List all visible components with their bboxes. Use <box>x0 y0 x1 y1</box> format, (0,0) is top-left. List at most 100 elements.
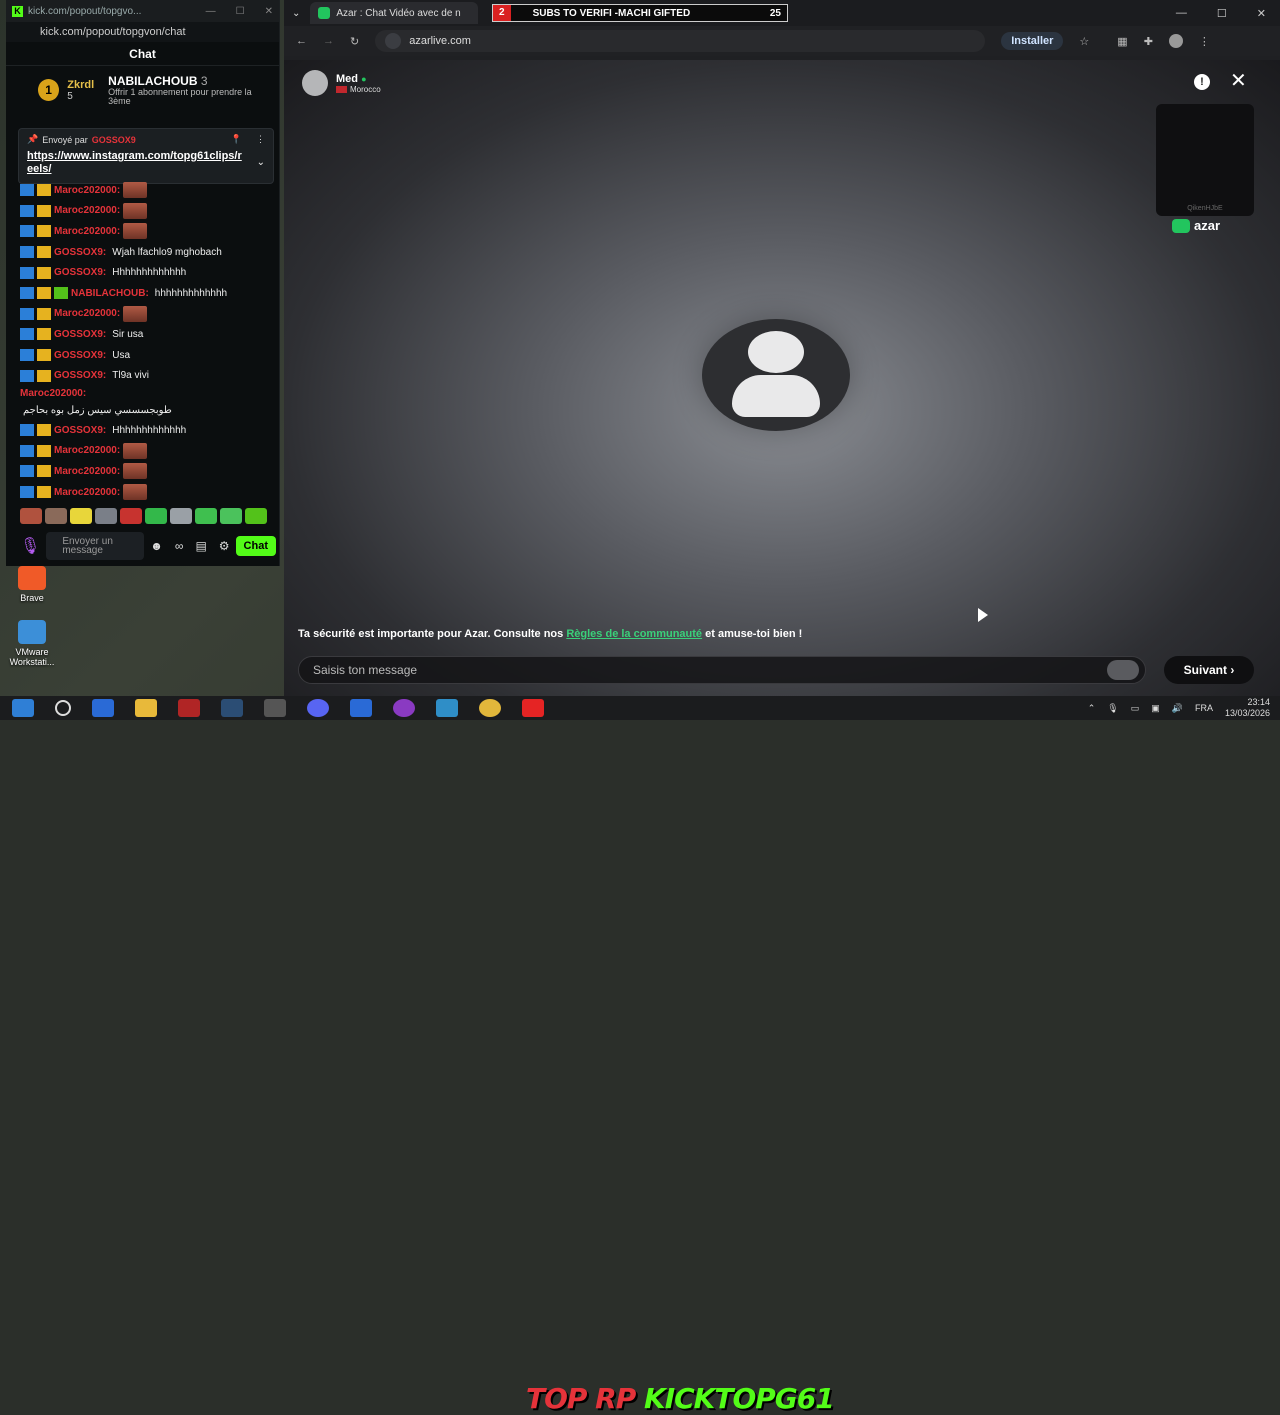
chat-username[interactable]: GOSSOX9: <box>54 370 106 381</box>
chat-username[interactable]: Maroc202000: <box>54 185 120 196</box>
emote-icon[interactable] <box>20 508 42 524</box>
language-indicator[interactable]: FRA <box>1195 703 1213 713</box>
emote-icon[interactable] <box>245 508 267 524</box>
chat-message: GOSSOX9: Usa <box>20 345 276 366</box>
desktop-icon-vmware[interactable]: VMware Workstati... <box>0 620 64 667</box>
address-bar[interactable]: azarlive.com <box>375 30 986 52</box>
chat-username[interactable]: Maroc202000: <box>54 466 120 477</box>
bookmark-star-icon[interactable]: ☆ <box>1079 35 1089 48</box>
microphone-icon[interactable]: 🎙 <box>1107 703 1118 714</box>
minimize-button[interactable]: — <box>1176 7 1187 20</box>
app-icon[interactable] <box>264 699 286 717</box>
chevron-down-icon[interactable]: ⌄ <box>257 157 265 168</box>
battery-icon[interactable]: ▭ <box>1131 703 1140 714</box>
emote-icon[interactable]: ☻ <box>150 539 163 553</box>
discord-icon[interactable] <box>307 699 329 717</box>
chat-message: GOSSOX9: Sir usa <box>20 324 276 345</box>
chat-username[interactable]: Maroc202000: <box>54 226 120 237</box>
community-rules-link[interactable]: Règles de la communauté <box>566 628 702 640</box>
leader-second-name[interactable]: NABILACHOUB <box>108 74 197 88</box>
install-app-button[interactable]: Installer <box>1001 32 1064 50</box>
search-icon[interactable] <box>55 700 71 716</box>
kick-logo-icon: K <box>12 5 23 17</box>
clock-date: 13/03/2026 <box>1224 708 1270 718</box>
chat-username[interactable]: Maroc202000: <box>20 388 86 399</box>
close-button[interactable]: ✕ <box>265 6 273 17</box>
crown-badge-icon <box>37 246 51 259</box>
chat-username[interactable]: GOSSOX9: <box>54 425 106 436</box>
emote-icon[interactable] <box>195 508 217 524</box>
pinned-sent-by-user[interactable]: GOSSOX9 <box>92 135 136 145</box>
self-camera-preview: QikenHJbE <box>1156 104 1254 216</box>
store-icon[interactable]: ▤ <box>195 539 206 553</box>
overlay-text: SUBS TO VERIFI -MACHI GIFTED <box>532 7 691 19</box>
back-icon[interactable]: ← <box>296 35 307 47</box>
leader-first-name[interactable]: Zkrdl <box>67 79 94 91</box>
extensions-icon[interactable]: ▦ <box>1117 35 1127 48</box>
unpin-icon[interactable]: 📍 <box>231 134 242 145</box>
maximize-button[interactable]: ☐ <box>1217 7 1227 20</box>
tab-search-icon[interactable]: ⌄ <box>292 8 300 19</box>
minimize-button[interactable]: — <box>206 6 216 17</box>
report-shield-icon[interactable]: ! <box>1194 74 1210 90</box>
voicemeeter-icon[interactable] <box>178 699 200 717</box>
file-explorer-icon[interactable] <box>135 699 157 717</box>
close-button[interactable]: ✕ <box>1257 7 1266 20</box>
chat-username[interactable]: Maroc202000: <box>54 205 120 216</box>
chat-username[interactable]: NABILACHOUB: <box>71 288 149 299</box>
steam-icon[interactable] <box>221 699 243 717</box>
youtube-icon[interactable] <box>522 699 544 717</box>
send-icon[interactable] <box>1107 660 1139 680</box>
chat-username[interactable]: GOSSOX9: <box>54 329 106 340</box>
azar-video-area: Med ● Morocco ! ✕ QikenHJbE azar Ta sécu… <box>284 60 1280 696</box>
site-info-icon[interactable] <box>385 33 402 49</box>
volume-icon[interactable]: 🔊 <box>1172 703 1183 714</box>
browser-window: ⌄ Azar : Chat Vidéo avec de n 2 SUBS TO … <box>284 0 1280 696</box>
next-button[interactable]: Suivant › <box>1164 656 1254 684</box>
profile-avatar[interactable] <box>1168 34 1183 48</box>
desktop-icon-brave[interactable]: Brave <box>0 566 64 603</box>
virtualbox-icon[interactable] <box>436 699 458 717</box>
chrome-icon[interactable] <box>479 699 501 717</box>
app-icon[interactable] <box>350 699 372 717</box>
windows-start-icon[interactable] <box>12 699 34 717</box>
kick-address-bar[interactable]: kick.com/popout/topgvon/chat <box>6 22 279 42</box>
more-options-icon[interactable]: ⋮ <box>256 134 265 145</box>
chat-username[interactable]: Maroc202000: <box>54 445 120 456</box>
chat-username[interactable]: GOSSOX9: <box>54 350 106 361</box>
network-icon[interactable]: ▣ <box>1151 703 1160 714</box>
forward-icon[interactable]: → <box>323 35 334 47</box>
spotify-icon[interactable] <box>393 699 415 717</box>
person-icon <box>748 331 804 373</box>
maximize-button[interactable]: ☐ <box>236 6 245 17</box>
taskbar: TOP RP KICKTOPG61 ⌃ 🎙 ▭ ▣ 🔊 FRA 23:14 13… <box>0 696 1280 1415</box>
address-bar-url: azarlive.com <box>409 35 471 47</box>
pinned-link[interactable]: https://www.instagram.com/topg61clips/re… <box>27 150 265 176</box>
emote-icon[interactable] <box>220 508 242 524</box>
chat-username[interactable]: Maroc202000: <box>54 487 120 498</box>
app-icon[interactable] <box>92 699 114 717</box>
microphone-icon[interactable]: 🎙 <box>20 536 40 556</box>
gear-icon[interactable]: ⚙ <box>219 539 230 553</box>
chevron-up-icon[interactable]: ⌃ <box>1088 703 1096 714</box>
tab-azar[interactable]: Azar : Chat Vidéo avec de n <box>310 2 479 24</box>
chat-message-input[interactable]: Envoyer un message <box>46 532 145 560</box>
leader-third-offer[interactable]: Offrir 1 abonnement pour prendre la 3ème <box>108 88 271 106</box>
chat-send-button[interactable]: Chat <box>235 536 276 556</box>
chat-username[interactable]: GOSSOX9: <box>54 267 106 278</box>
emote-icon[interactable] <box>145 508 167 524</box>
azar-message-input[interactable]: Saisis ton message <box>298 656 1146 684</box>
emote-icon[interactable] <box>45 508 67 524</box>
chat-username[interactable]: Maroc202000: <box>54 308 120 319</box>
clock[interactable]: 23:14 13/03/2026 <box>1225 697 1270 719</box>
emote-icon[interactable] <box>170 508 192 524</box>
emote-icon[interactable] <box>70 508 92 524</box>
chat-username[interactable]: GOSSOX9: <box>54 247 106 258</box>
close-icon[interactable]: ✕ <box>1230 70 1247 92</box>
emote-icon[interactable] <box>95 508 117 524</box>
infinity-icon[interactable]: ∞ <box>175 539 184 553</box>
puzzle-icon[interactable]: ✚ <box>1144 35 1153 48</box>
menu-icon[interactable]: ⋮ <box>1199 35 1210 48</box>
reload-icon[interactable]: ↻ <box>350 35 359 48</box>
emote-icon[interactable] <box>120 508 142 524</box>
